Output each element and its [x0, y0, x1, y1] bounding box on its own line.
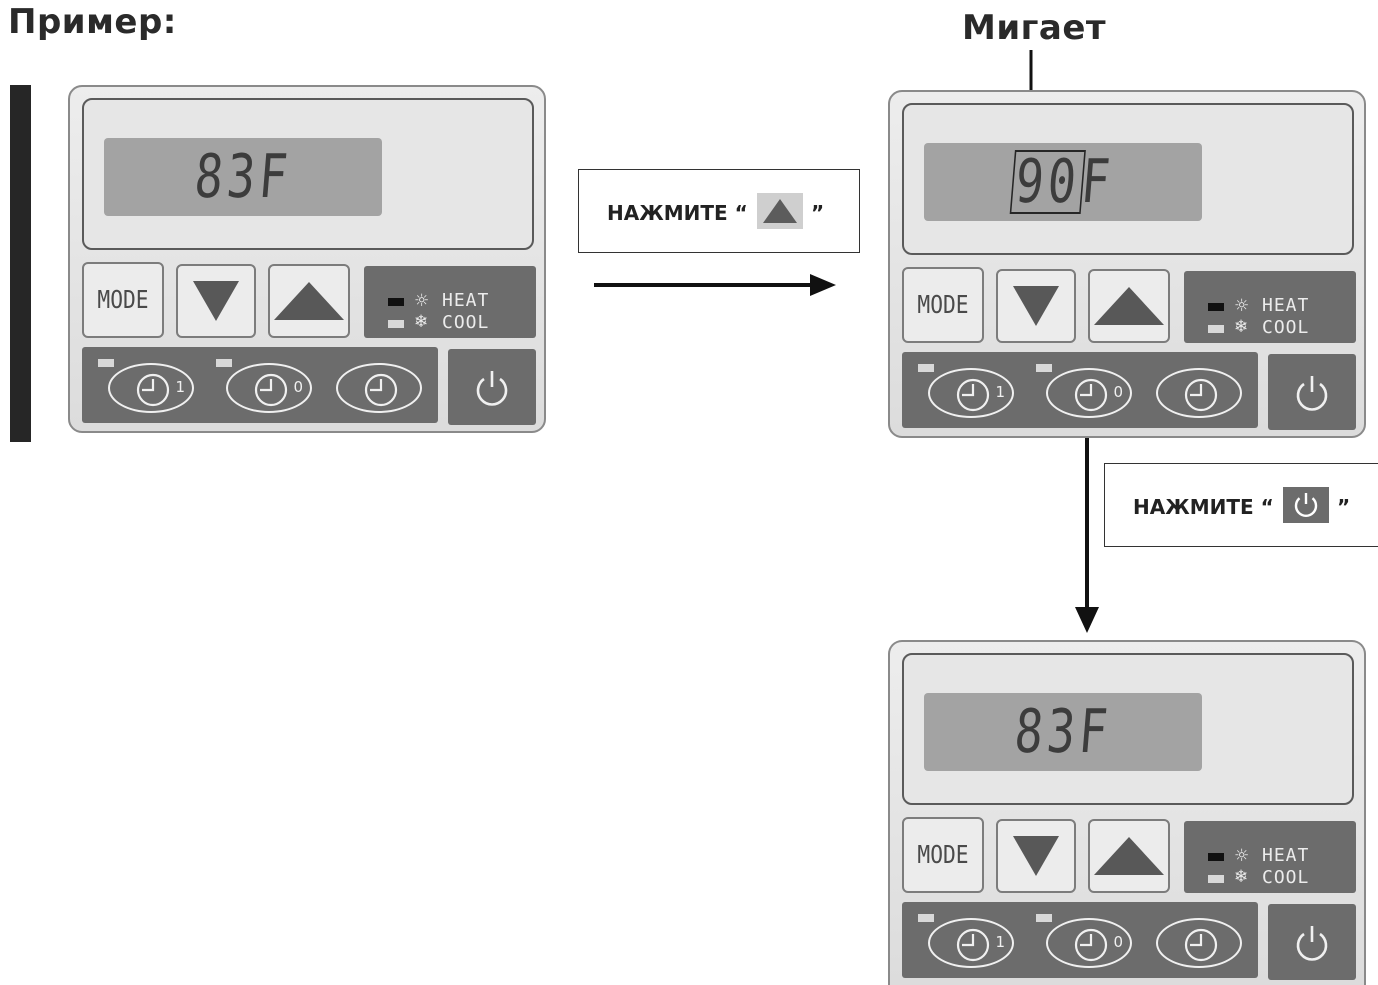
timer-panel: 1 0: [82, 347, 438, 423]
sun-icon: ☼: [1234, 296, 1250, 316]
instruction-suffix: ”: [1337, 495, 1351, 519]
display-bezel: 90F: [902, 103, 1354, 255]
timer-on-button[interactable]: 1: [928, 368, 1014, 418]
up-arrow-icon: [274, 282, 344, 320]
display-value: 90F: [951, 143, 1174, 221]
heat-cool-indicator: ☼ HEAT ❄ COOL: [1184, 821, 1356, 893]
cool-led: [1208, 325, 1224, 333]
clock-button[interactable]: [336, 363, 422, 413]
instruction-suffix: ”: [811, 201, 825, 225]
up-button[interactable]: [268, 264, 350, 338]
heat-label: HEAT: [442, 290, 490, 311]
lcd-display: 90F: [924, 143, 1202, 221]
up-arrow-icon: [1094, 837, 1164, 875]
mode-button-label: MODE: [97, 285, 149, 314]
timer-on-suffix: 1: [995, 383, 1005, 401]
cool-label: COOL: [442, 312, 490, 333]
display-value: 83F: [131, 138, 354, 216]
power-icon: [476, 371, 508, 406]
up-button[interactable]: [1088, 269, 1170, 343]
mode-button[interactable]: MODE: [902, 817, 984, 893]
cool-label: COOL: [1262, 317, 1310, 338]
section-bar: [10, 85, 31, 442]
mode-button-label: MODE: [917, 840, 969, 869]
snowflake-icon: ❄: [414, 312, 429, 332]
instruction-press-power: НАЖМИТЕ “ ”: [1104, 463, 1378, 547]
timer-panel: 1 0: [902, 902, 1258, 978]
heat-cool-indicator: ☼ HEAT ❄ COOL: [364, 266, 536, 338]
timer-off-button[interactable]: 0: [1046, 918, 1132, 968]
cool-led: [1208, 875, 1224, 883]
timer-off-button[interactable]: 0: [1046, 368, 1132, 418]
down-button[interactable]: [176, 264, 256, 338]
heat-led: [1208, 303, 1224, 311]
mode-button[interactable]: MODE: [82, 262, 164, 338]
heading: Пример:: [8, 2, 177, 42]
control-panel-3: 83F MODE ☼ HEAT ❄ COOL 1 0: [888, 640, 1366, 985]
mode-button[interactable]: MODE: [902, 267, 984, 343]
timer-off-button[interactable]: 0: [226, 363, 312, 413]
flow-arrow-down: [1075, 425, 1099, 633]
clock-button[interactable]: [1156, 918, 1242, 968]
snowflake-icon: ❄: [1234, 317, 1249, 337]
heat-label: HEAT: [1262, 845, 1310, 866]
power-button[interactable]: [1268, 354, 1356, 430]
display-rest-part: F: [1078, 147, 1117, 217]
instruction-prefix: НАЖМИТЕ “: [607, 201, 748, 225]
lcd-display: 83F: [104, 138, 382, 216]
display-bezel: 83F: [82, 98, 534, 250]
control-panel-1: 83F MODE ☼ HEAT ❄ COOL 1 0: [68, 85, 546, 433]
power-button[interactable]: [1268, 904, 1356, 980]
cool-led: [388, 320, 404, 328]
display-bezel: 83F: [902, 653, 1354, 805]
timer-on-button[interactable]: 1: [928, 918, 1014, 968]
sun-icon: ☼: [414, 291, 430, 311]
mode-button-label: MODE: [917, 290, 969, 319]
power-button[interactable]: [448, 349, 536, 425]
lcd-display: 83F: [924, 693, 1202, 771]
instruction-press-up: НАЖМИТЕ “ ”: [578, 169, 860, 253]
heat-cool-indicator: ☼ HEAT ❄ COOL: [1184, 271, 1356, 343]
down-button[interactable]: [996, 269, 1076, 343]
display-rest-part: 83F: [192, 142, 294, 212]
heat-label: HEAT: [1262, 295, 1310, 316]
heat-led: [1208, 853, 1224, 861]
timer-off-suffix: 0: [1113, 933, 1123, 951]
clock-button[interactable]: [1156, 368, 1242, 418]
timer-off-suffix: 0: [1113, 383, 1123, 401]
blink-label: Мигает: [962, 8, 1107, 48]
sun-icon: ☼: [1234, 846, 1250, 866]
timer-off-suffix: 0: [293, 378, 303, 396]
power-icon: [1296, 926, 1328, 961]
flow-arrow-right: [594, 274, 836, 296]
display-value: 83F: [951, 693, 1174, 771]
display-rest-part: 83F: [1012, 697, 1114, 767]
timer-on-suffix: 1: [175, 378, 185, 396]
control-panel-2: 90F MODE ☼ HEAT ❄ COOL 1 0: [888, 90, 1366, 438]
down-arrow-icon: [193, 281, 239, 321]
instruction-prefix: НАЖМИТЕ “: [1133, 495, 1274, 519]
display-blink-part: 90: [1009, 147, 1086, 217]
down-arrow-icon: [1013, 836, 1059, 876]
cool-label: COOL: [1262, 867, 1310, 888]
snowflake-icon: ❄: [1234, 867, 1249, 887]
down-button[interactable]: [996, 819, 1076, 893]
up-arrow-icon: [1094, 287, 1164, 325]
up-arrow-icon: [757, 193, 803, 229]
timer-panel: 1 0: [902, 352, 1258, 428]
down-arrow-icon: [1013, 286, 1059, 326]
timer-on-suffix: 1: [995, 933, 1005, 951]
up-button[interactable]: [1088, 819, 1170, 893]
power-icon: [1296, 376, 1328, 411]
heat-led: [388, 298, 404, 306]
timer-on-button[interactable]: 1: [108, 363, 194, 413]
power-icon: [1283, 487, 1329, 523]
